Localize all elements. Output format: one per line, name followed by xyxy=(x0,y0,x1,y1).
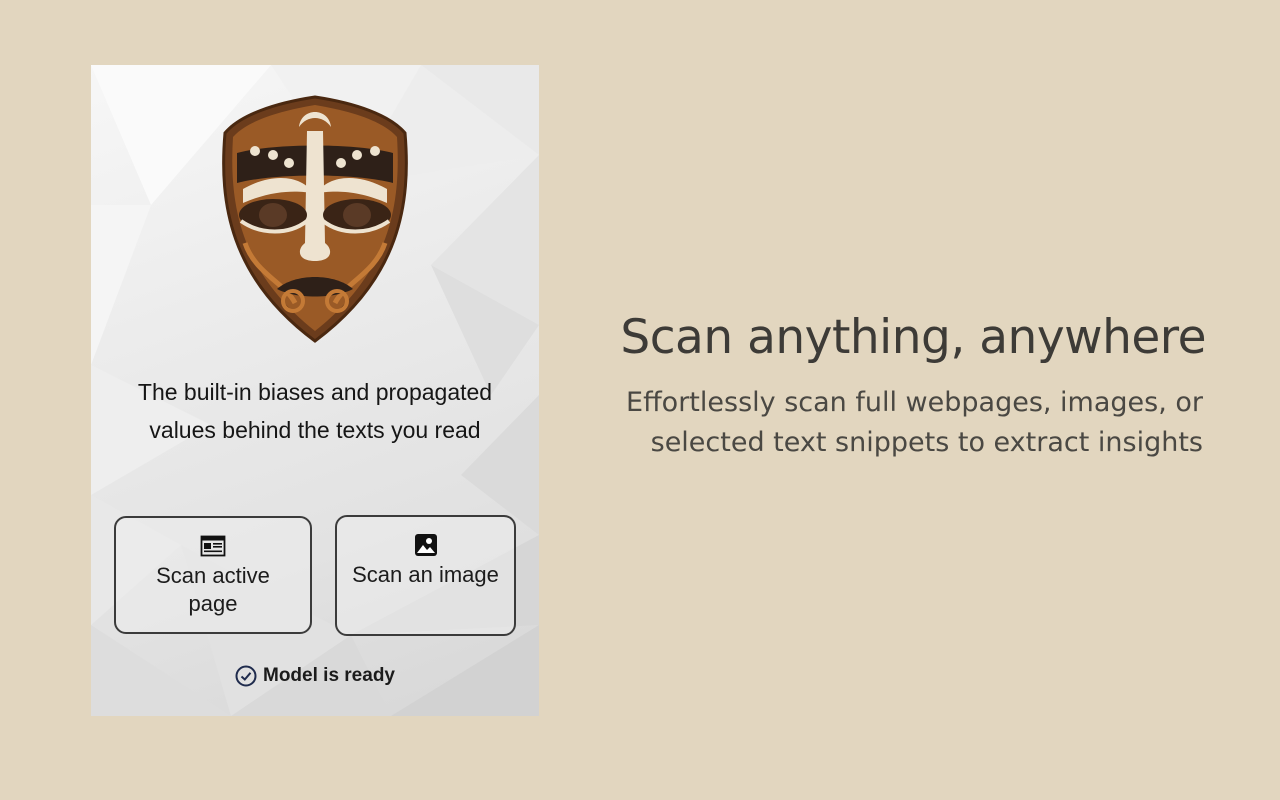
hero-title: Scan anything, anywhere xyxy=(620,310,1206,365)
screen: The built-in biases and propagated value… xyxy=(0,0,1280,800)
model-status-text: Model is ready xyxy=(263,665,395,686)
scan-active-page-label: Scan active page xyxy=(156,563,270,616)
scan-image-button[interactable]: Scan an image xyxy=(335,515,516,636)
tagline: The built-in biases and propagated value… xyxy=(137,379,493,443)
image-icon xyxy=(414,534,437,556)
hero-subtitle: Effortlessly scan full webpages, images,… xyxy=(626,387,1203,458)
webpage-icon xyxy=(200,535,226,557)
extension-popup: The built-in biases and propagated value… xyxy=(91,65,539,716)
model-status: Model is ready xyxy=(91,665,539,687)
check-circle-icon xyxy=(235,665,257,687)
tribal-mask-logo xyxy=(222,95,408,343)
scan-image-label: Scan an image xyxy=(352,562,499,587)
scan-active-page-button[interactable]: Scan active page xyxy=(114,516,312,634)
